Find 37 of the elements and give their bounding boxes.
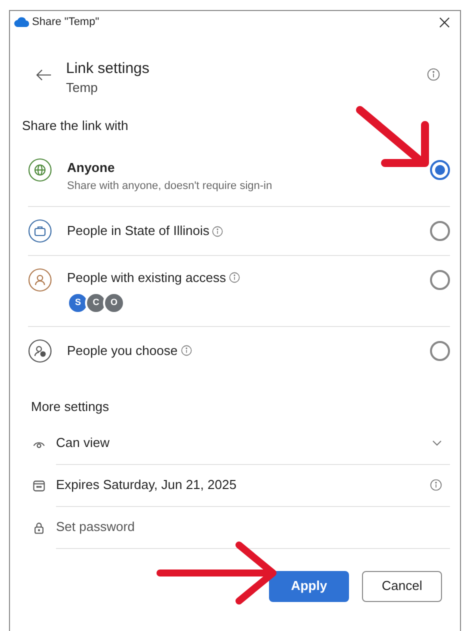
avatar: O bbox=[103, 292, 125, 314]
radio-button[interactable] bbox=[430, 221, 450, 241]
calendar-icon bbox=[32, 478, 46, 492]
avatar: S bbox=[67, 292, 89, 314]
permission-dropdown[interactable]: Can view bbox=[56, 433, 110, 453]
avatar: C bbox=[85, 292, 107, 314]
radio-button[interactable] bbox=[430, 270, 450, 290]
section-title: More settings bbox=[31, 398, 110, 414]
info-icon bbox=[430, 479, 442, 491]
radio-button[interactable] bbox=[430, 160, 450, 180]
cancel-button[interactable]: Cancel bbox=[362, 570, 442, 602]
password-field[interactable]: Set password bbox=[56, 517, 442, 537]
cloud-icon bbox=[14, 17, 30, 27]
share-option[interactable]: People with existing access S C O bbox=[28, 256, 450, 326]
share-option[interactable]: People in State of Illinois bbox=[28, 207, 450, 256]
section-title: Share the link with bbox=[22, 118, 128, 133]
header-subtitle: Temp bbox=[66, 79, 99, 96]
expiry-text: Expires Saturday, Jun 21, 2025 bbox=[56, 476, 236, 494]
people-icon bbox=[28, 338, 52, 362]
person-icon bbox=[28, 268, 52, 292]
option-label: People you choose bbox=[67, 342, 178, 360]
option-label: Anyone bbox=[67, 159, 115, 177]
lock-icon bbox=[32, 520, 46, 534]
window-title: Share "Temp" bbox=[32, 14, 100, 30]
option-label: People in State of Illinois bbox=[67, 222, 210, 240]
apply-button[interactable]: Apply bbox=[269, 570, 349, 602]
option-description: Share with anyone, doesn't require sign-in bbox=[67, 178, 274, 194]
header-title: Link settings bbox=[66, 59, 150, 79]
chevron-down-icon bbox=[432, 440, 442, 446]
back-button[interactable] bbox=[36, 68, 52, 82]
option-label: People with existing access bbox=[67, 269, 226, 287]
info-icon bbox=[427, 68, 440, 81]
share-option[interactable]: People you choose bbox=[28, 326, 450, 374]
radio-button[interactable] bbox=[430, 340, 450, 360]
briefcase-icon bbox=[28, 219, 52, 243]
globe-icon bbox=[28, 158, 52, 182]
share-option[interactable]: Anyone Share with anyone, doesn't require sign-in bbox=[28, 146, 450, 207]
